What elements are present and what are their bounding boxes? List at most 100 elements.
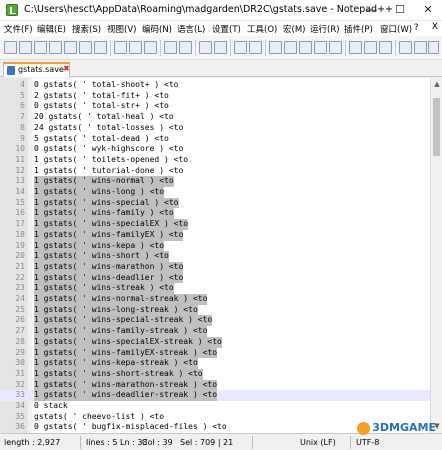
menu-search[interactable]: 搜索(S) (72, 23, 101, 35)
code-line[interactable]: 7 20 gstats( ' total-heal ) <to (0, 112, 430, 123)
code-line[interactable]: 14 1 gstats( ' wins-long ) <to (0, 187, 430, 198)
toolbar-separator (265, 40, 266, 56)
code-line[interactable]: 33 1 gstats( ' wins-deadlier-streak ) <to (0, 390, 430, 401)
undo-icon[interactable] (164, 41, 177, 54)
line-number: 29 (15, 347, 25, 357)
code-line[interactable]: 5 2 gstats( ' total-fit+ ) <to (0, 91, 430, 102)
code-line[interactable]: 18 1 gstats( ' wins-familyEX ) <to (0, 229, 430, 241)
menu-plugins[interactable]: 插件(P) (344, 23, 373, 35)
document-map-icon[interactable] (349, 41, 362, 54)
play-macro-icon[interactable] (414, 41, 427, 54)
code-line[interactable]: 11 1 gstats( ' toilets-opened ) <to (0, 155, 430, 166)
menu-edit[interactable]: 编辑(E) (37, 23, 66, 35)
status-bar: length : 2,927 lines : 5 Ln : 33 Col : 3… (0, 433, 442, 450)
code-line[interactable]: 22 1 gstats( ' wins-deadlier ) <to (0, 272, 430, 284)
sync-vertical-icon[interactable] (269, 41, 282, 54)
save-all-icon[interactable] (49, 41, 62, 54)
code-line[interactable]: 29 1 gstats( ' wins-familyEX-streak ) <to (0, 347, 430, 359)
line-number: 18 (15, 229, 25, 239)
indent-guide-icon[interactable] (329, 41, 342, 54)
code-line[interactable]: 24 1 gstats( ' wins-normal-streak ) <to (0, 294, 430, 305)
menu-close-doc-button[interactable]: X (432, 22, 438, 32)
save-file-icon (7, 66, 15, 75)
menu-run[interactable]: 运行(R) (310, 23, 340, 35)
code-line[interactable]: 17 1 gstats( ' wins-specialEX ) <to (0, 219, 430, 230)
line-number: 34 (15, 401, 25, 410)
scroll-up-arrow-icon[interactable]: ▲ (431, 80, 442, 88)
line-number: 5 (20, 90, 25, 100)
menu-file[interactable]: 文件(F) (4, 23, 33, 35)
code-line[interactable]: 26 1 gstats( ' wins-special-streak ) <to (0, 315, 430, 327)
menu-encoding[interactable]: 编码(N) (142, 23, 172, 35)
code-line[interactable]: 32 1 gstats( ' wins-marathon-streak ) <to (0, 379, 430, 391)
line-text: 1 gstats( ' wins-marathon ) <to (34, 261, 184, 273)
function-list-icon[interactable] (364, 41, 377, 54)
menu-window[interactable]: 窗口(W) (380, 23, 412, 35)
code-line[interactable]: 6 0 gstats( ' total-str+ ) <to (0, 101, 430, 112)
menu-view[interactable]: 视图(V) (107, 23, 136, 35)
code-line[interactable]: 4 0 gstats( ' total-shoot+ ) <to (0, 80, 430, 91)
tab-close-icon[interactable]: ✖ (63, 64, 70, 73)
code-line[interactable]: 25 1 gstats( ' wins-long-streak ) <to (0, 304, 430, 316)
close-icon[interactable] (64, 41, 77, 54)
maximize-button[interactable]: ☐ (386, 0, 414, 20)
print-icon[interactable] (94, 41, 107, 54)
find-icon[interactable] (199, 41, 212, 54)
menu-language[interactable]: 语言(L) (177, 23, 205, 35)
vertical-scrollbar[interactable]: ▲ ▼ (430, 78, 442, 433)
menu-settings[interactable]: 设置(T) (212, 23, 241, 35)
menu-macro[interactable]: 宏(M) (283, 23, 305, 35)
paste-icon[interactable] (144, 41, 157, 54)
new-file-icon[interactable] (4, 41, 17, 54)
code-line[interactable]: 30 1 gstats( ' wins-kepa-streak ) <to (0, 358, 430, 369)
line-text: 2 gstats( ' total-fit+ ) <to (34, 90, 169, 100)
zoom-out-icon[interactable] (249, 41, 262, 54)
menu-help[interactable]: ? (414, 23, 419, 33)
tab-bar: gstats.save ✖ (0, 60, 442, 77)
code-line[interactable]: 19 1 gstats( ' wins-kepa ) <to (0, 240, 430, 252)
zoom-in-icon[interactable] (234, 41, 247, 54)
close-button[interactable]: ✕ (414, 0, 442, 20)
line-number: 15 (15, 197, 25, 207)
replace-icon[interactable] (214, 41, 227, 54)
scrollbar-thumb[interactable] (433, 98, 440, 156)
word-wrap-icon[interactable] (299, 41, 312, 54)
line-number: 20 (15, 251, 25, 261)
code-line[interactable]: 31 1 gstats( ' wins-short-streak ) <to (0, 368, 430, 380)
record-macro-icon[interactable] (399, 41, 412, 54)
toolbar (0, 36, 442, 60)
menu-tools[interactable]: 工具(O) (247, 23, 277, 35)
line-text: 1 gstats( ' wins-specialEX ) <to (34, 219, 189, 230)
text-editor[interactable]: 4 0 gstats( ' total-shoot+ ) <to 5 2 gstats… (0, 78, 430, 433)
code-line[interactable]: 9 5 gstats( ' total-dead ) <to (0, 134, 430, 145)
line-text: 1 gstats( ' wins-special-streak ) <to (34, 315, 213, 327)
minimize-button[interactable]: — (358, 0, 386, 20)
code-line[interactable]: 10 0 gstats( ' wyk-highscore ) <to (0, 144, 430, 155)
code-line[interactable]: 20 1 gstats( ' wins-short ) <to (0, 251, 430, 262)
code-line[interactable]: 16 1 gstats( ' wins-family ) <to (0, 208, 430, 220)
code-line[interactable]: 23 1 gstats( ' wins-streak ) <to (0, 283, 430, 294)
line-text: gstats( ' cheevo-list ) <to (34, 411, 165, 421)
code-line[interactable]: 28 1 gstats( ' wins-specialEX-streak ) <t… (0, 336, 430, 348)
open-file-icon[interactable] (19, 41, 32, 54)
code-line[interactable]: 13 1 gstats( ' wins-normal ) <to (0, 176, 430, 187)
toolbar-overflow-icon[interactable] (428, 41, 439, 54)
redo-icon[interactable] (179, 41, 192, 54)
code-line[interactable]: 34 0 stack (0, 401, 430, 412)
line-number: 13 (15, 176, 25, 186)
code-line[interactable]: 12 1 gstats( ' tutorial-done ) <to (0, 166, 430, 177)
tab-gstats-save[interactable]: gstats.save ✖ (3, 62, 70, 77)
code-line[interactable]: 27 1 gstats( ' wins-family-streak ) <to (0, 326, 430, 337)
show-all-chars-icon[interactable] (314, 41, 327, 54)
line-text: 1 gstats( ' wins-long ) <to (34, 187, 165, 198)
code-line[interactable]: 15 1 gstats( ' wins-special ) <to (0, 197, 430, 209)
save-icon[interactable] (34, 41, 47, 54)
code-line[interactable]: 8 24 gstats( ' total-losses ) <to (0, 123, 430, 134)
cut-icon[interactable] (114, 41, 127, 54)
close-all-icon[interactable] (79, 41, 92, 54)
copy-icon[interactable] (129, 41, 142, 54)
folder-workspace-icon[interactable] (379, 41, 392, 54)
sync-horizontal-icon[interactable] (284, 41, 297, 54)
code-line[interactable]: 21 1 gstats( ' wins-marathon ) <to (0, 261, 430, 273)
line-text: 1 gstats( ' toilets-opened ) <to (34, 154, 189, 164)
